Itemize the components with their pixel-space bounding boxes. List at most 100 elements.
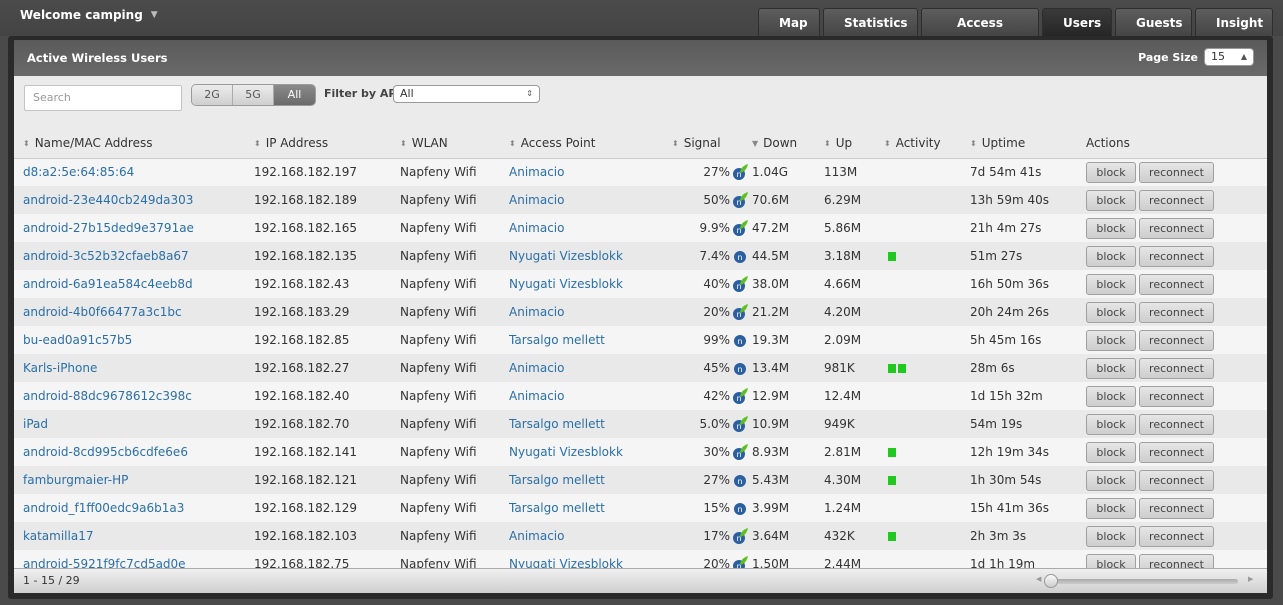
tab-statistics[interactable]: Statistics [823, 8, 918, 36]
radio-na-green-leaf-icon: n [730, 528, 748, 544]
table-row: katamilla17 192.168.182.103 Napfeny Wifi An… [14, 522, 1267, 550]
access-point-link[interactable]: Animacio [509, 165, 564, 179]
col-label: IP Address [265, 135, 329, 150]
access-point-link[interactable]: Nyugati Vizesblokk [509, 249, 623, 263]
access-point-link[interactable]: Animacio [509, 529, 564, 543]
uptime-cell: 28m 6s [970, 354, 1086, 382]
uptime-cell: 51m 27s [970, 242, 1086, 270]
up-cell: 6.29M [824, 186, 884, 214]
access-point-link[interactable]: Animacio [509, 361, 564, 375]
col-up[interactable]: ⬍ Up [824, 128, 884, 159]
col-activity[interactable]: ⬍ Activity [884, 128, 970, 159]
access-point-link[interactable]: Tarsalgo mellett [509, 417, 605, 431]
user-name-link[interactable]: android-3c52b32cfaeb8a67 [23, 249, 189, 263]
block-button[interactable]: block [1086, 357, 1136, 379]
reconnect-button[interactable]: reconnect [1139, 273, 1214, 295]
user-name-link[interactable]: android-88dc9678612c398c [23, 389, 192, 403]
band-2g-button[interactable]: 2G [192, 85, 233, 105]
user-name-link[interactable]: android-4b0f66477a3c1bc [23, 305, 182, 319]
block-button[interactable]: block [1086, 329, 1136, 351]
col-name[interactable]: ⬍ Name/MAC Address [14, 128, 254, 159]
block-button[interactable]: block [1086, 217, 1136, 239]
slider-track[interactable] [1048, 579, 1238, 584]
user-name-link[interactable]: Karls-iPhone [23, 361, 97, 375]
block-button[interactable]: block [1086, 525, 1136, 547]
reconnect-button[interactable]: reconnect [1139, 161, 1214, 183]
page-slider[interactable]: ◀ ▶ [1034, 574, 1254, 588]
col-uptime[interactable]: ⬍ Uptime [970, 128, 1086, 159]
reconnect-button[interactable]: reconnect [1139, 385, 1214, 407]
reconnect-button[interactable]: reconnect [1139, 301, 1214, 323]
user-name-link[interactable]: android-23e440cb249da303 [23, 193, 193, 207]
tab-users[interactable]: Users [1042, 8, 1112, 36]
reconnect-button[interactable]: reconnect [1139, 469, 1214, 491]
reconnect-button[interactable]: reconnect [1139, 357, 1214, 379]
band-all-button[interactable]: All [274, 85, 315, 105]
reconnect-button[interactable]: reconnect [1139, 189, 1214, 211]
wlan-cell: Napfeny Wifi [400, 326, 509, 354]
main-tabs: Map Statistics Access Points Users Guest… [758, 8, 1273, 58]
user-name-link[interactable]: android_f1ff00edc9a6b1a3 [23, 501, 184, 515]
user-name-link[interactable]: android-27b15ded9e3791ae [23, 221, 194, 235]
down-cell: 70.6M [752, 186, 824, 214]
slider-knob[interactable] [1044, 574, 1058, 588]
access-point-link[interactable]: Animacio [509, 389, 564, 403]
col-wlan[interactable]: ⬍ WLAN [400, 128, 509, 159]
access-point-link[interactable]: Tarsalgo mellett [509, 333, 605, 347]
reconnect-button[interactable]: reconnect [1139, 441, 1214, 463]
activity-cell [884, 186, 970, 214]
band-5g-button[interactable]: 5G [233, 85, 274, 105]
slider-right-icon[interactable]: ▶ [1248, 575, 1253, 583]
up-cell: 432K [824, 522, 884, 550]
access-point-link[interactable]: Animacio [509, 221, 564, 235]
user-name-link[interactable]: android-6a91ea584c4eeb8d [23, 277, 193, 291]
block-button[interactable]: block [1086, 161, 1136, 183]
col-signal[interactable]: ⬍ Signal [664, 128, 752, 159]
tab-access-points[interactable]: Access Points [921, 8, 1039, 58]
page-size-select[interactable]: 15 ▲ [1204, 48, 1254, 66]
access-point-link[interactable]: Nyugati Vizesblokk [509, 277, 623, 291]
user-name-link[interactable]: famburgmaier-HP [23, 473, 128, 487]
user-name-link[interactable]: katamilla17 [23, 529, 93, 543]
access-point-link[interactable]: Animacio [509, 193, 564, 207]
reconnect-button[interactable]: reconnect [1139, 329, 1214, 351]
block-button[interactable]: block [1086, 413, 1136, 435]
block-button[interactable]: block [1086, 441, 1136, 463]
reconnect-button[interactable]: reconnect [1139, 413, 1214, 435]
block-button[interactable]: block [1086, 385, 1136, 407]
user-name-link[interactable]: d8:a2:5e:64:85:64 [23, 165, 134, 179]
reconnect-button[interactable]: reconnect [1139, 217, 1214, 239]
col-ip[interactable]: ⬍ IP Address [254, 128, 400, 159]
block-button[interactable]: block [1086, 245, 1136, 267]
user-name-link[interactable]: bu-ead0a91c57b5 [23, 333, 132, 347]
access-point-link[interactable]: Nyugati Vizesblokk [509, 445, 623, 459]
activity-cell [884, 382, 970, 410]
tab-insight[interactable]: Insight [1195, 8, 1273, 36]
slider-left-icon[interactable]: ◀ [1036, 575, 1041, 583]
sort-icon: ⬍ [884, 138, 891, 148]
tab-map[interactable]: Map [758, 8, 820, 36]
access-point-link[interactable]: Animacio [509, 305, 564, 319]
block-button[interactable]: block [1086, 273, 1136, 295]
search-input[interactable]: Search [24, 85, 182, 111]
block-button[interactable]: block [1086, 189, 1136, 211]
tab-guests[interactable]: Guests [1115, 8, 1192, 36]
filter-ap-select[interactable]: All ⇕ [393, 85, 540, 103]
col-access-point[interactable]: ⬍ Access Point [509, 128, 664, 159]
wlan-cell: Napfeny Wifi [400, 158, 509, 186]
block-button[interactable]: block [1086, 301, 1136, 323]
table-row: android-88dc9678612c398c 192.168.182.40 Na… [14, 382, 1267, 410]
reconnect-button[interactable]: reconnect [1139, 497, 1214, 519]
site-selector[interactable]: Welcome camping ▼ [20, 8, 158, 22]
user-name-link[interactable]: iPad [23, 417, 48, 431]
radio-na-green-leaf-icon: n [730, 304, 748, 320]
reconnect-button[interactable]: reconnect [1139, 525, 1214, 547]
block-button[interactable]: block [1086, 469, 1136, 491]
block-button[interactable]: block [1086, 497, 1136, 519]
access-point-link[interactable]: Tarsalgo mellett [509, 473, 605, 487]
signal-value: 42% [703, 389, 730, 403]
col-down[interactable]: ▼ Down [752, 128, 824, 159]
user-name-link[interactable]: android-8cd995cb6cdfe6e6 [23, 445, 188, 459]
access-point-link[interactable]: Tarsalgo mellett [509, 501, 605, 515]
reconnect-button[interactable]: reconnect [1139, 245, 1214, 267]
